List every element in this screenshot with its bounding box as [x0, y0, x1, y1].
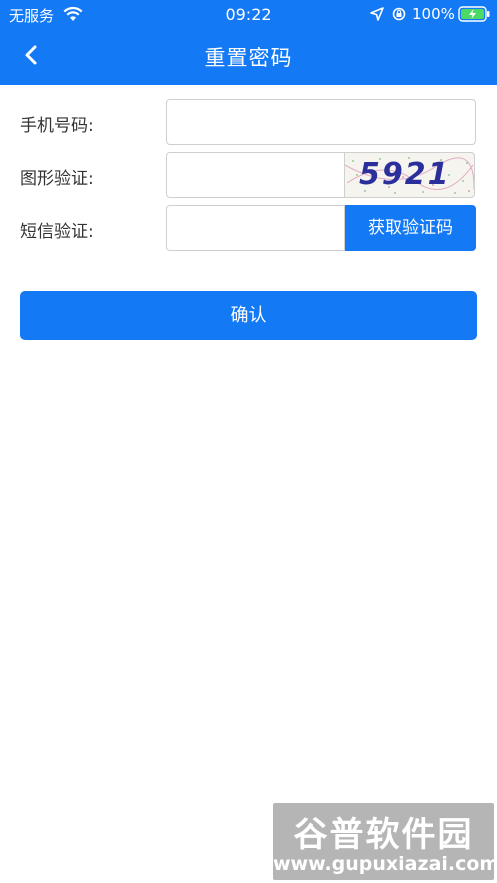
captcha-row: 图形验证: 5921	[0, 152, 497, 198]
sms-row: 短信验证: 获取验证码	[0, 205, 497, 251]
watermark: 谷普软件园 www.gupuxiazai.com	[273, 803, 497, 880]
battery-percent: 100%	[412, 5, 455, 23]
sms-label: 短信验证:	[20, 222, 94, 242]
watermark-url: www.gupuxiazai.com	[273, 853, 497, 875]
battery-charging-icon	[458, 6, 490, 22]
watermark-logo: 谷普软件园	[293, 815, 474, 855]
header: 无服务 09:22 100% 重置密码	[0, 0, 497, 85]
phone-label: 手机号码:	[20, 116, 94, 136]
location-icon	[370, 7, 384, 21]
sms-code-input[interactable]	[166, 205, 345, 251]
phone-row: 手机号码:	[0, 99, 497, 145]
phone-input[interactable]	[166, 99, 476, 145]
status-bar: 无服务 09:22 100%	[0, 0, 497, 28]
captcha-input[interactable]	[166, 152, 345, 198]
page-title: 重置密码	[204, 46, 293, 70]
confirm-button[interactable]: 确认	[20, 291, 477, 340]
nav-bar: 重置密码	[0, 28, 497, 85]
captcha-code: 5921	[359, 157, 451, 192]
get-sms-code-button[interactable]: 获取验证码	[345, 205, 476, 251]
captcha-label: 图形验证:	[20, 169, 94, 189]
captcha-image[interactable]: 5921	[345, 152, 475, 198]
orientation-lock-icon	[392, 7, 406, 21]
